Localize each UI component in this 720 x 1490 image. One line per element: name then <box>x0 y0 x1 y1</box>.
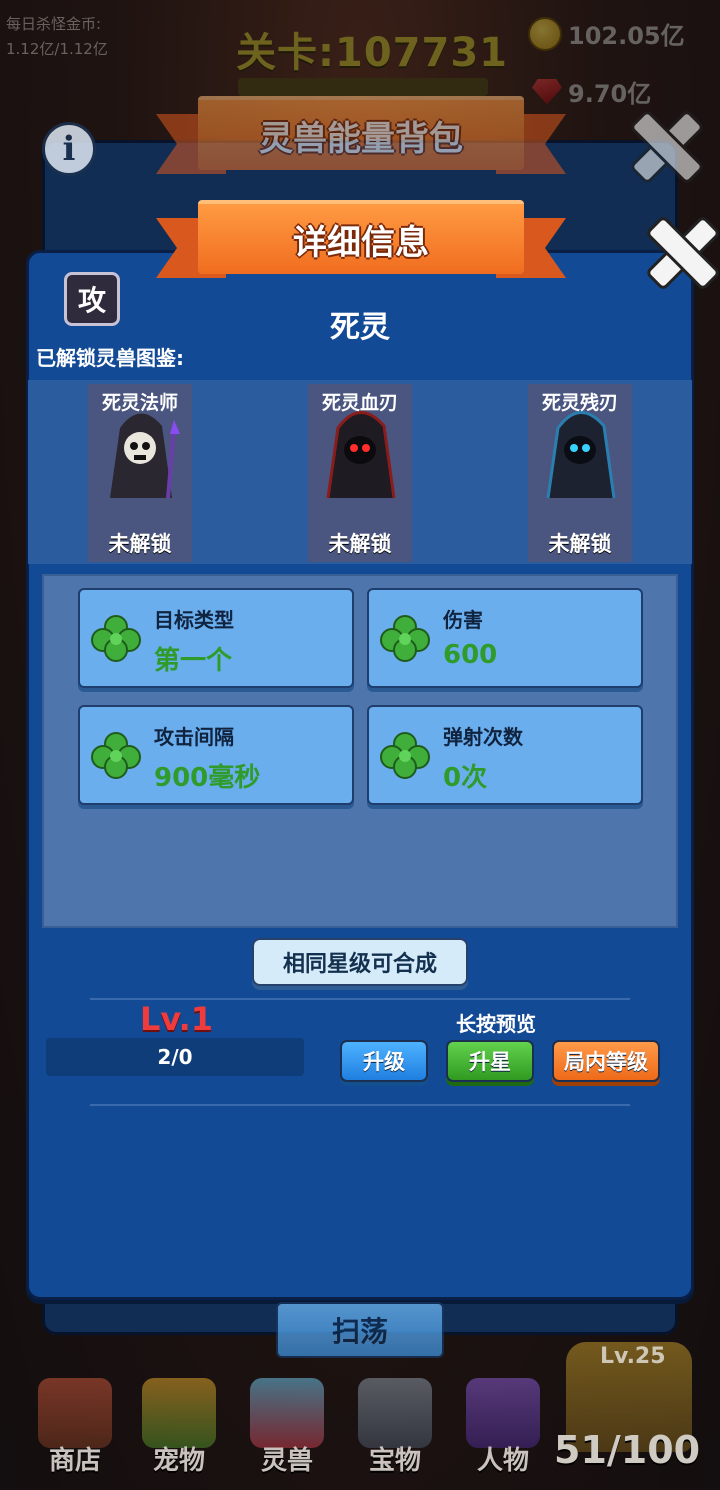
nav-treasure[interactable]: 宝物 <box>340 1360 450 1480</box>
nav-label: 宠物 <box>152 1446 205 1476</box>
clover-icon <box>91 732 141 779</box>
nav-character[interactable]: 人物 <box>448 1360 558 1480</box>
nav-spirit-beast[interactable]: 灵兽 <box>232 1360 342 1480</box>
clover-icon <box>91 615 141 662</box>
stat-target-type: 目标类型 第一个 <box>78 588 354 688</box>
chest-level: Lv.25 <box>600 1344 666 1369</box>
info-button[interactable]: i <box>42 122 96 176</box>
star-up-button[interactable]: 升星 <box>446 1040 534 1082</box>
clover-icon <box>380 732 430 779</box>
detail-close-icon[interactable] <box>644 214 716 286</box>
stat-value: 600 <box>443 640 498 670</box>
spirit-beast-icon <box>250 1378 324 1448</box>
codex-card-name: 死灵法师 <box>101 392 178 414</box>
stat-label: 目标类型 <box>154 608 234 632</box>
stat-value: 0次 <box>443 763 488 793</box>
codex-card-status: 未解锁 <box>548 532 612 556</box>
nav-label: 人物 <box>476 1446 529 1476</box>
detail-title-ribbon: 详细信息 <box>156 200 566 278</box>
stat-label: 弹射次数 <box>443 725 523 749</box>
in-game-level-button[interactable]: 局内等级 <box>552 1040 660 1082</box>
sweep-button[interactable]: 扫荡 <box>276 1302 444 1358</box>
nav-label: 宝物 <box>368 1446 421 1476</box>
bag-title: 灵兽能量背包 <box>198 96 524 170</box>
nav-label: 灵兽 <box>260 1446 313 1476</box>
nav-pet[interactable]: 宠物 <box>124 1360 234 1480</box>
level-progress-bar: 2/0 <box>46 1038 304 1076</box>
nav-shop[interactable]: 商店 <box>20 1360 130 1480</box>
clover-icon <box>380 615 430 662</box>
codex-card-blood-blade[interactable]: 死灵血刃 未解锁 <box>308 384 412 562</box>
divider <box>90 1104 630 1106</box>
codex-card-status: 未解锁 <box>108 532 172 556</box>
stat-value: 第一个 <box>154 646 233 676</box>
character-icon <box>466 1378 540 1448</box>
long-press-preview-label: 长按预览 <box>456 1012 536 1036</box>
stat-label: 攻击间隔 <box>154 725 234 749</box>
stat-attack-interval: 攻击间隔 900毫秒 <box>78 705 354 805</box>
detail-title: 详细信息 <box>198 200 524 274</box>
shop-icon <box>38 1378 112 1448</box>
stat-value: 900毫秒 <box>154 763 261 793</box>
stat-damage: 伤害 600 <box>367 588 643 688</box>
pet-icon <box>142 1378 216 1448</box>
nav-label: 商店 <box>48 1446 101 1476</box>
beast-level: Lv.1 <box>140 1000 214 1038</box>
chest-count: 51/100 <box>554 1428 701 1472</box>
level-progress-text: 2/0 <box>157 1045 193 1069</box>
upgrade-button[interactable]: 升级 <box>340 1040 428 1082</box>
unlocked-codex-label: 已解锁灵兽图鉴: <box>36 346 184 370</box>
merge-same-star-button[interactable]: 相同星级可合成 <box>252 938 468 986</box>
stat-bounce-count: 弹射次数 0次 <box>367 705 643 805</box>
codex-card-broken-blade[interactable]: 死灵残刃 未解锁 <box>528 384 632 562</box>
codex-card-name: 死灵血刃 <box>321 392 398 414</box>
codex-card-name: 死灵残刃 <box>541 392 618 414</box>
treasure-icon <box>358 1378 432 1448</box>
stat-label: 伤害 <box>443 608 483 632</box>
codex-card-status: 未解锁 <box>328 532 392 556</box>
bag-close-icon[interactable] <box>628 108 700 180</box>
beast-name: 死灵 <box>330 310 390 345</box>
codex-card-necromancer[interactable]: 死灵法师 未解锁 <box>88 384 192 562</box>
bag-title-ribbon: 灵兽能量背包 <box>156 96 566 174</box>
